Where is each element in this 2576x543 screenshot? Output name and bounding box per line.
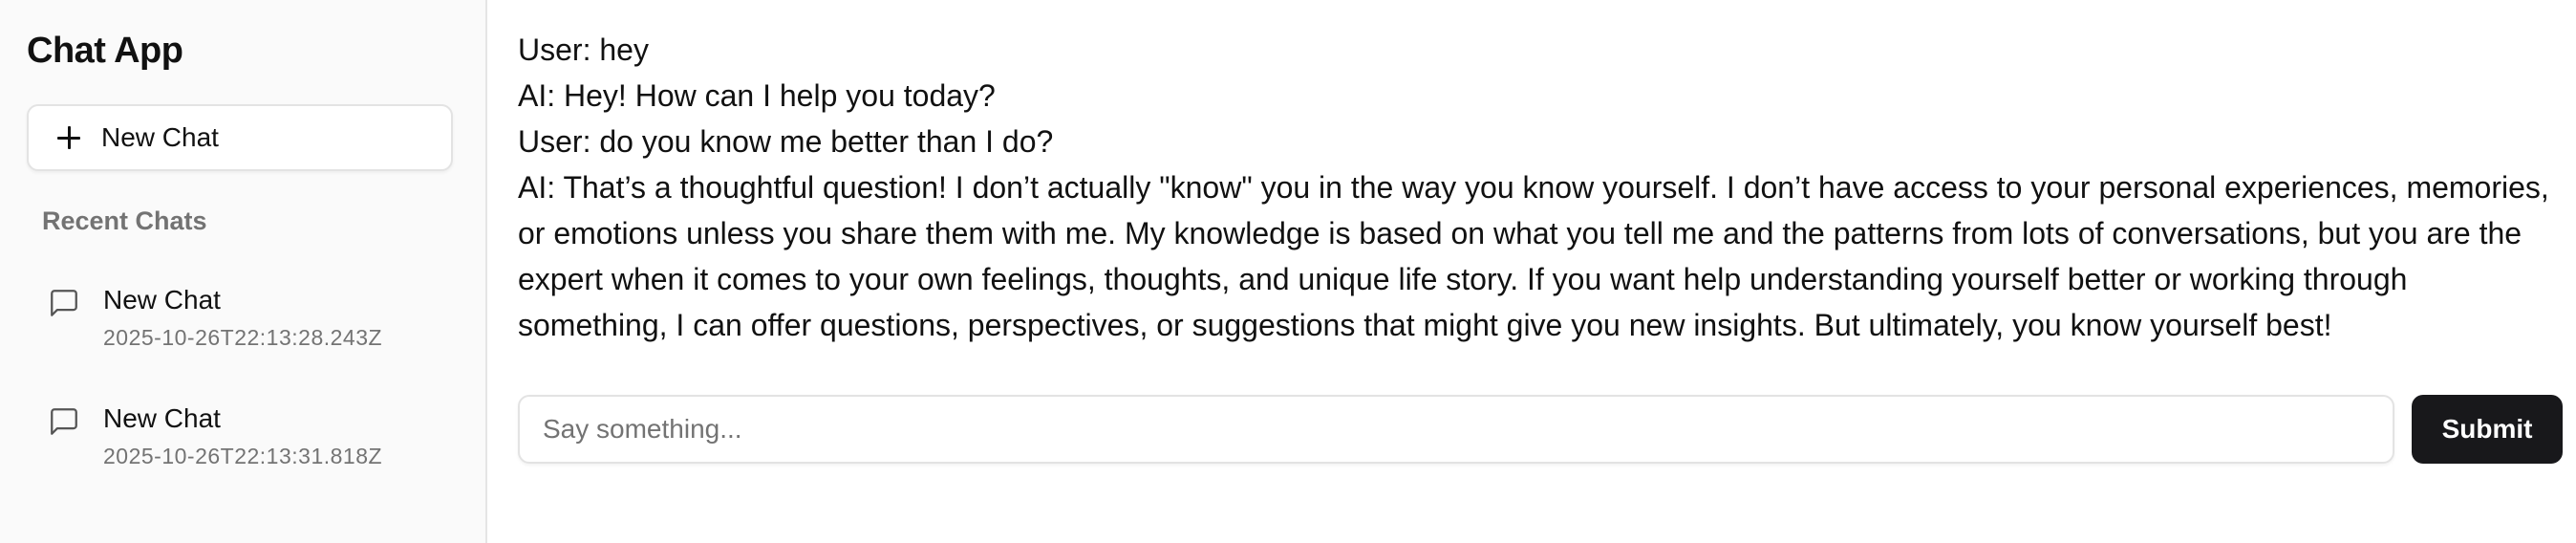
submit-button[interactable]: Submit xyxy=(2412,395,2563,464)
message-square-icon xyxy=(51,290,77,316)
ai-message: AI: Hey! How can I help you today? xyxy=(518,78,996,113)
message-input[interactable] xyxy=(518,395,2395,464)
message-list: User: hey AI: Hey! How can I help you to… xyxy=(518,27,2563,348)
recent-chat-timestamp: 2025-10-26T22:13:31.818Z xyxy=(103,444,383,468)
app-title: Chat App xyxy=(27,31,183,71)
new-chat-button[interactable]: New Chat xyxy=(27,104,453,171)
user-message: User: hey xyxy=(518,33,649,67)
composer: Submit xyxy=(518,394,2563,465)
recent-chat-timestamp: 2025-10-26T22:13:28.243Z xyxy=(103,325,383,350)
new-chat-button-label: New Chat xyxy=(101,122,219,152)
ai-message: AI: That’s a thoughtful question! I don’… xyxy=(518,170,2549,342)
recent-chat-title: New Chat xyxy=(103,285,221,315)
chat-app: Chat App New Chat Recent Chats New Chat … xyxy=(0,0,2576,543)
sidebar: Chat App New Chat Recent Chats New Chat … xyxy=(0,0,487,543)
recent-chat-item[interactable]: New Chat 2025-10-26T22:13:31.818Z xyxy=(27,396,453,491)
chat-main: User: hey AI: Hey! How can I help you to… xyxy=(487,0,2576,543)
recent-chat-item[interactable]: New Chat 2025-10-26T22:13:28.243Z xyxy=(27,277,453,373)
recent-chat-title: New Chat xyxy=(103,403,221,433)
message-square-icon xyxy=(51,408,77,435)
plus-icon xyxy=(57,126,80,149)
recent-chats-heading: Recent Chats xyxy=(42,206,207,235)
user-message: User: do you know me better than I do? xyxy=(518,124,1054,159)
